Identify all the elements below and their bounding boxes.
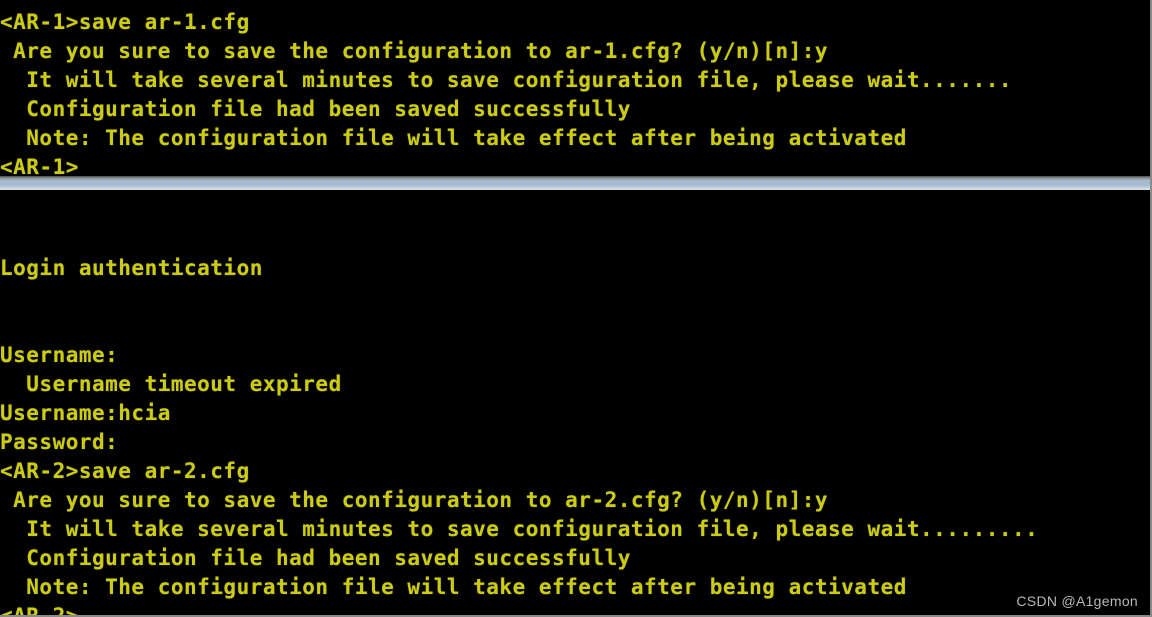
console-line-timeout-message: Username timeout expired	[0, 372, 342, 397]
console-line: Note: The configuration file will take e…	[0, 575, 907, 600]
console-line-username-entered: Username:hcia	[0, 401, 171, 426]
console-prompt-ar1: <AR-1>	[0, 155, 79, 177]
console-line: Configuration file had been saved succes…	[0, 546, 631, 571]
console-line: Are you sure to save the configuration t…	[0, 488, 829, 513]
console-output-ar1[interactable]: <AR-1>save ar-1.cfg Are you sure to save…	[0, 0, 1150, 177]
console-line-login-banner: Login authentication	[0, 256, 263, 281]
console-line-username-prompt: Username:	[0, 343, 119, 368]
console-line: Configuration file had been saved succes…	[0, 97, 631, 121]
console-output-ar2[interactable]: Login authentication Username: Username …	[0, 190, 1150, 615]
console-prompt-ar2: <AR-2>	[0, 602, 1150, 615]
console-line: <AR-2>save ar-2.cfg	[0, 459, 250, 484]
watermark-label: CSDN @A1gemon	[1016, 593, 1138, 609]
console-line: <AR-1>save ar-1.cfg	[0, 10, 250, 34]
console-line: It will take several minutes to save con…	[0, 517, 1039, 542]
panel-splitter[interactable]	[0, 176, 1150, 191]
console-line: It will take several minutes to save con…	[0, 68, 1013, 92]
console-line-password-prompt: Password:	[0, 430, 119, 455]
console-line: Note: The configuration file will take e…	[0, 126, 907, 150]
console-line: Are you sure to save the configuration t…	[0, 39, 829, 63]
terminal-window: <AR-1>save ar-1.cfg Are you sure to save…	[0, 0, 1152, 617]
